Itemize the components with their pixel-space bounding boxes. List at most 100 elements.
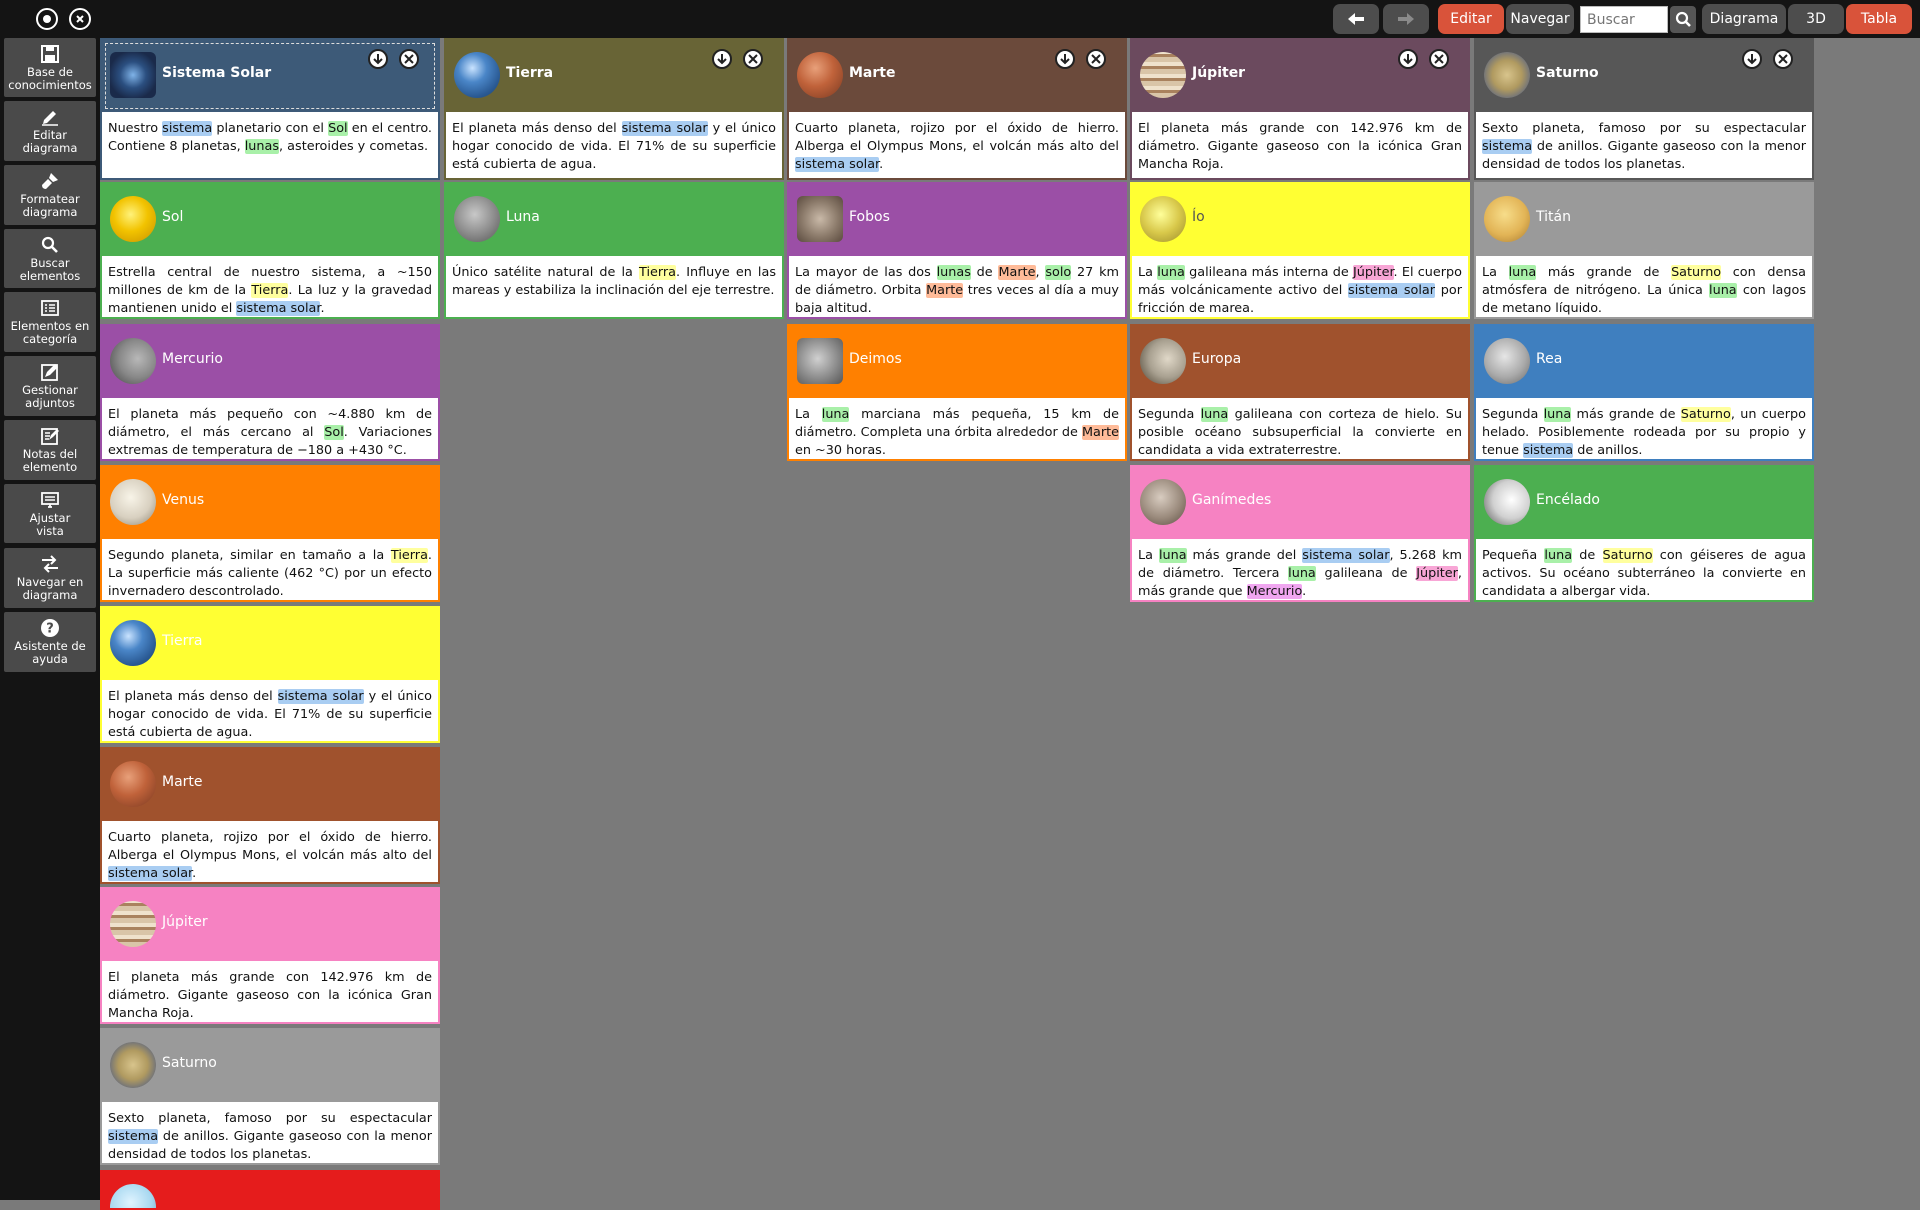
card-header[interactable]: Encélado	[1476, 467, 1812, 539]
highlighted-term[interactable]: lunas	[936, 265, 971, 280]
card-jupiter-col[interactable]: Júpiter El planeta más grande con 142.976…	[100, 887, 440, 1024]
card-header[interactable]: Europa	[1132, 326, 1468, 398]
card-expand-down-button[interactable]	[1398, 49, 1418, 69]
card-header[interactable]: Saturno	[1476, 40, 1812, 112]
sidebar-item-asistente-de-ayuda[interactable]: ? Asistente de ayuda	[4, 612, 96, 672]
close-icon[interactable]	[69, 8, 91, 30]
card-sistema-solar-top[interactable]: Sistema Solar Nuestro sistema planetario …	[100, 38, 440, 180]
card-header[interactable]: Rea	[1476, 326, 1812, 398]
card-jupiter-top[interactable]: Júpiter El planeta más grande con 142.976…	[1130, 38, 1470, 180]
sidebar-item-base-de-conocimientos[interactable]: Base de conocimientos	[4, 38, 96, 97]
highlighted-term[interactable]: sistema solar	[621, 121, 708, 136]
navigate-mode-button[interactable]: Navegar	[1506, 4, 1574, 34]
sidebar-item-buscar-elementos[interactable]: Buscar elementos	[4, 229, 96, 288]
target-icon[interactable]	[36, 8, 58, 30]
card-header[interactable]: Sol	[102, 184, 438, 256]
sidebar-item-elementos-en-categoria[interactable]: Elementos en categoría	[4, 292, 96, 352]
highlighted-term[interactable]: luna	[1544, 548, 1573, 563]
highlighted-term[interactable]: luna	[1200, 407, 1229, 422]
edit-mode-button[interactable]: Editar	[1438, 4, 1504, 34]
card-close-button[interactable]	[1773, 49, 1793, 69]
highlighted-term[interactable]: Marte	[926, 283, 964, 298]
highlighted-term[interactable]: Saturno	[1680, 407, 1731, 422]
highlighted-term[interactable]: luna	[1543, 407, 1572, 422]
highlighted-term[interactable]: sistema solar	[1348, 283, 1436, 298]
3d-view-button[interactable]: 3D	[1788, 4, 1844, 34]
card-saturno-col[interactable]: Saturno Sexto planeta, famoso por su espe…	[100, 1028, 440, 1165]
card-europa[interactable]: Europa Segunda luna galileana con corteza…	[1130, 324, 1470, 461]
card-header[interactable]: Ganímedes	[1132, 467, 1468, 539]
card-expand-down-button[interactable]	[368, 49, 388, 69]
card-header[interactable]: Saturno	[102, 1030, 438, 1102]
card-expand-down-button[interactable]	[1742, 49, 1762, 69]
highlighted-term[interactable]: sistema solar	[795, 157, 880, 172]
highlighted-term[interactable]: luna	[1508, 265, 1537, 280]
card-header[interactable]: Mercurio	[102, 326, 438, 398]
highlighted-term[interactable]: Júpiter	[1416, 566, 1458, 581]
card-tierra-col[interactable]: Tierra El planeta más denso del sistema s…	[100, 606, 440, 743]
card-header[interactable]: Luna	[446, 184, 782, 256]
highlighted-term[interactable]: Tierra	[639, 265, 677, 280]
card-deimos[interactable]: Deimos La luna marciana más pequeña, 15 k…	[787, 324, 1127, 461]
highlighted-term[interactable]: Sol	[328, 121, 348, 136]
card-header[interactable]: Sistema Solar	[102, 40, 438, 112]
highlighted-term[interactable]: Mercurio	[1246, 584, 1303, 599]
card-ganimedes[interactable]: Ganímedes La luna más grande del sistema …	[1130, 465, 1470, 602]
card-header[interactable]	[102, 1172, 438, 1208]
card-urano-partial[interactable]	[100, 1170, 440, 1210]
card-header[interactable]: Tierra	[102, 608, 438, 680]
highlighted-term[interactable]: Júpiter	[1352, 265, 1394, 280]
card-tierra-top[interactable]: Tierra El planeta más denso del sistema s…	[444, 38, 784, 180]
highlighted-term[interactable]: luna	[1288, 566, 1316, 581]
highlighted-term[interactable]: sistema	[1523, 443, 1574, 458]
sidebar-item-ajustar-vista[interactable]: Ajustar vista	[4, 484, 96, 543]
card-header[interactable]: Titán	[1476, 184, 1812, 256]
back-arrow-button[interactable]	[1333, 4, 1379, 34]
card-marte-top[interactable]: Marte Cuarto planeta, rojizo por el óxido…	[787, 38, 1127, 180]
card-mercurio[interactable]: Mercurio El planeta más pequeño con ~4.88…	[100, 324, 440, 461]
card-header[interactable]: Júpiter	[1132, 40, 1468, 112]
card-close-button[interactable]	[743, 49, 763, 69]
card-expand-down-button[interactable]	[712, 49, 732, 69]
card-header[interactable]: Fobos	[789, 184, 1125, 256]
forward-arrow-button[interactable]	[1383, 4, 1429, 34]
search-input[interactable]	[1580, 6, 1668, 33]
card-sol[interactable]: Sol Estrella central de nuestro sistema, …	[100, 182, 440, 319]
card-expand-down-button[interactable]	[1055, 49, 1075, 69]
card-saturno-top[interactable]: Saturno Sexto planeta, famoso por su espe…	[1474, 38, 1814, 180]
card-header[interactable]: Marte	[789, 40, 1125, 112]
diagram-view-button[interactable]: Diagrama	[1702, 4, 1786, 34]
card-io[interactable]: Ío La luna galileana más interna de Júpit…	[1130, 182, 1470, 319]
card-close-button[interactable]	[1086, 49, 1106, 69]
highlighted-term[interactable]: luna	[1157, 265, 1185, 280]
highlighted-term[interactable]: Saturno	[1671, 265, 1722, 280]
card-encelado[interactable]: Encélado Pequeña luna de Saturno con géis…	[1474, 465, 1814, 602]
highlighted-term[interactable]: sistema solar	[108, 866, 193, 881]
card-header[interactable]: Marte	[102, 749, 438, 821]
highlighted-term[interactable]: Tierra	[251, 283, 289, 298]
highlighted-term[interactable]: luna	[1709, 283, 1737, 298]
sidebar-item-navegar-en-diagrama[interactable]: Navegar en diagrama	[4, 548, 96, 608]
card-close-button[interactable]	[399, 49, 419, 69]
highlighted-term[interactable]: sistema solar	[236, 301, 321, 316]
highlighted-term[interactable]: sistema solar	[277, 689, 364, 704]
card-header[interactable]: Deimos	[789, 326, 1125, 398]
highlighted-term[interactable]: sistema	[108, 1129, 159, 1144]
card-titan[interactable]: Titán La luna más grande de Saturno con d…	[1474, 182, 1814, 319]
highlighted-term[interactable]: sistema	[162, 121, 213, 136]
highlighted-term[interactable]: Tierra	[390, 548, 428, 563]
highlighted-term[interactable]: solo	[1045, 265, 1072, 280]
sidebar-item-notas-del-elemento[interactable]: Notas del elemento	[4, 420, 96, 480]
highlighted-term[interactable]: luna	[1158, 548, 1187, 563]
sidebar-item-formatear-diagrama[interactable]: Formatear diagrama	[4, 165, 96, 225]
highlighted-term[interactable]: Marte	[1081, 425, 1119, 440]
highlighted-term[interactable]: luna	[821, 407, 850, 422]
card-header[interactable]: Venus	[102, 467, 438, 539]
table-view-button[interactable]: Tabla	[1846, 4, 1912, 34]
sidebar-item-gestionar-adjuntos[interactable]: Gestionar adjuntos	[4, 356, 96, 416]
highlighted-term[interactable]: sistema solar	[1302, 548, 1390, 563]
highlighted-term[interactable]: Marte	[998, 265, 1036, 280]
card-fobos[interactable]: Fobos La mayor de las dos lunas de Marte,…	[787, 182, 1127, 319]
highlighted-term[interactable]: sistema	[1482, 139, 1533, 154]
highlighted-term[interactable]: Saturno	[1602, 548, 1653, 563]
